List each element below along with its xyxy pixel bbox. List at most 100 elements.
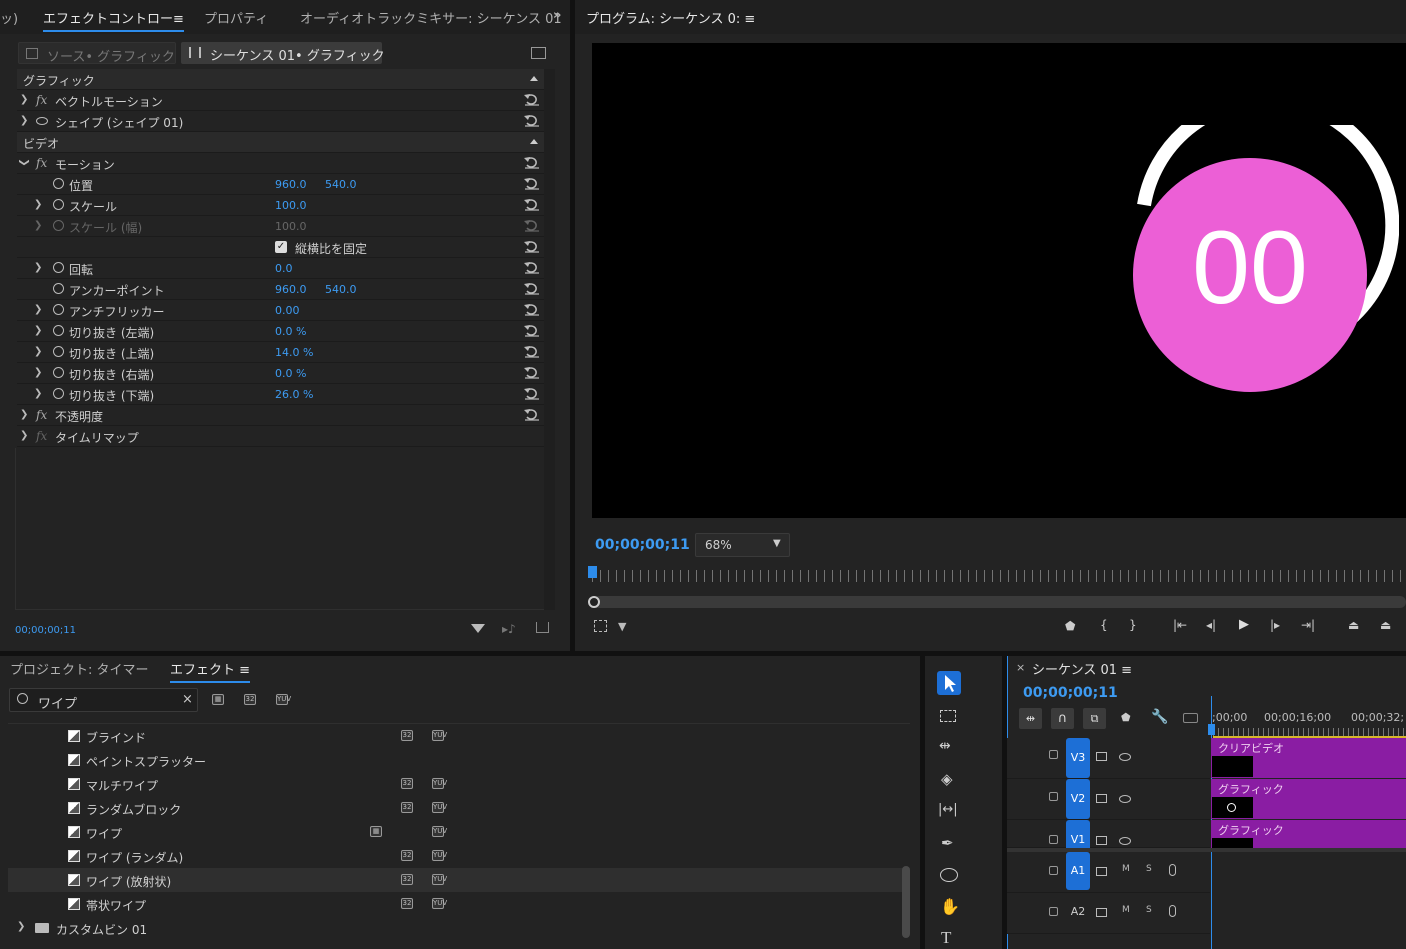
effects-scrollbar[interactable]	[902, 866, 910, 938]
eye-icon[interactable]	[1119, 753, 1131, 761]
stopwatch-icon[interactable]	[53, 283, 64, 294]
ellipse-tool-icon[interactable]	[940, 868, 958, 882]
clip-graphic-v2[interactable]: グラフィック	[1211, 779, 1406, 819]
captions-icon[interactable]	[1183, 713, 1198, 723]
mark-out-icon[interactable]: }	[1129, 618, 1137, 632]
tab-audio-track-mixer[interactable]: オーディオトラックミキサー: シーケンス 01	[300, 8, 562, 27]
safe-margins-icon[interactable]	[594, 620, 607, 632]
expand-chevron-icon[interactable]: ❯	[17, 921, 25, 932]
insert-sequence-icon[interactable]: ⇹	[1019, 708, 1042, 729]
clip-graphic-v1[interactable]: グラフィック	[1211, 820, 1406, 848]
list-item[interactable]: マルチワイプ 32 YUV	[8, 772, 910, 796]
slip-tool-icon[interactable]: |↔|	[938, 802, 958, 817]
crop-left-value[interactable]: 0.0 %	[275, 325, 306, 338]
close-icon[interactable]: ×	[1016, 661, 1025, 674]
position-x-value[interactable]: 960.0	[275, 178, 307, 191]
list-item[interactable]: ワイプ (ランダム) 32 YUV	[8, 844, 910, 868]
microphone-icon[interactable]	[1169, 864, 1176, 876]
list-item[interactable]: 帯状ワイプ 32 YUV	[8, 892, 910, 916]
mute-button[interactable]: M	[1122, 864, 1130, 874]
anchor-y-value[interactable]: 540.0	[325, 283, 357, 296]
lock-icon[interactable]	[1049, 750, 1058, 759]
tab-project[interactable]: プロジェクト: タイマー	[10, 659, 149, 678]
tab-sequence[interactable]: シーケンス 01 ≡	[1032, 659, 1132, 678]
go-to-in-icon[interactable]: |⇤	[1173, 618, 1187, 632]
effect-vector-motion[interactable]: ❯ fx ベクトルモーション	[17, 90, 544, 111]
reset-icon[interactable]	[524, 407, 540, 421]
microphone-icon[interactable]	[1169, 905, 1176, 917]
source-selector[interactable]: ソース• グラフィック	[18, 42, 176, 65]
clip-clear-video[interactable]: クリアビデオ	[1211, 738, 1406, 778]
timeline-timecode[interactable]: 00;00;00;11	[1023, 685, 1118, 701]
go-to-out-icon[interactable]: ⇥|	[1301, 618, 1315, 632]
tab-program[interactable]: プログラム: シーケンス 0: ≡	[586, 8, 755, 27]
solo-button[interactable]: S	[1146, 905, 1152, 915]
rotation-value[interactable]: 0.0	[275, 262, 293, 275]
toggle-sync-icon[interactable]	[1096, 752, 1107, 761]
expand-chevron-icon[interactable]: ❯	[20, 409, 28, 420]
32bit-effects-filter-icon[interactable]: 32	[244, 694, 256, 705]
stopwatch-icon[interactable]	[53, 346, 64, 357]
section-graphic[interactable]: グラフィック	[17, 69, 544, 90]
selection-tool-icon[interactable]	[937, 671, 961, 695]
settings-wrench-icon[interactable]: 🔧	[1151, 709, 1168, 725]
toggle-sync-icon[interactable]	[1096, 908, 1107, 917]
scrub-bar[interactable]	[592, 596, 1406, 608]
program-time-ruler[interactable]	[592, 570, 1406, 582]
reset-icon[interactable]	[524, 365, 540, 379]
section-video[interactable]: ビデオ	[17, 132, 544, 153]
export-icon[interactable]	[536, 622, 549, 633]
timeline-ruler-ticks[interactable]	[1213, 728, 1406, 736]
step-forward-icon[interactable]: |▸	[1270, 618, 1280, 632]
reset-icon[interactable]	[524, 302, 540, 316]
collapse-chevron-icon[interactable]: ❯	[19, 158, 30, 166]
tab-properties[interactable]: プロパティ	[204, 8, 268, 27]
tab-effects[interactable]: エフェクト ≡	[170, 659, 251, 683]
track-v2-header[interactable]: V2	[1007, 779, 1210, 820]
snap-icon[interactable]: ∩	[1051, 708, 1074, 729]
uniform-scale-checkbox[interactable]: ✓	[275, 241, 287, 253]
tab-effect-controls[interactable]: エフェクトコントロー≡	[43, 8, 184, 32]
crop-right-value[interactable]: 0.0 %	[275, 367, 306, 380]
property-crop-right[interactable]: ❯ 切り抜き (右端) 0.0 %	[17, 363, 544, 384]
property-position[interactable]: 位置 960.0 540.0	[17, 174, 544, 195]
eye-icon[interactable]	[1119, 837, 1131, 845]
property-crop-top[interactable]: ❯ 切り抜き (上端) 14.0 %	[17, 342, 544, 363]
track-a1-header[interactable]: A1 M S	[1007, 852, 1210, 893]
expand-chevron-icon[interactable]: ❯	[34, 388, 42, 399]
chevron-down-icon[interactable]: ▼	[618, 620, 626, 633]
list-item-selected[interactable]: ワイプ (放射状) 32 YUV	[8, 868, 910, 892]
track-v3-header[interactable]: V3	[1007, 738, 1210, 779]
fx-icon[interactable]: fx	[36, 156, 47, 170]
property-crop-bottom[interactable]: ❯ 切り抜き (下端) 26.0 %	[17, 384, 544, 405]
fx-icon[interactable]: fx	[36, 408, 47, 422]
accelerated-effects-filter-icon[interactable]: ▦	[212, 694, 224, 705]
list-item[interactable]: ブラインド 32 YUV	[8, 724, 910, 748]
extract-icon[interactable]: ⏏	[1380, 618, 1391, 632]
reset-icon[interactable]	[524, 92, 540, 106]
solo-button[interactable]: S	[1146, 864, 1152, 874]
list-item-bin[interactable]: ❯ カスタムビン 01	[8, 916, 910, 940]
property-rotation[interactable]: ❯ 回転 0.0	[17, 258, 544, 279]
scrub-handle[interactable]	[588, 596, 600, 608]
property-uniform-scale[interactable]: ✓ 縦横比を固定	[17, 237, 544, 258]
reset-icon[interactable]	[524, 176, 540, 190]
pen-tool-icon[interactable]: ✒	[941, 834, 954, 852]
effect-shape[interactable]: ❯ シェイプ (シェイプ 01)	[17, 111, 544, 132]
scale-value[interactable]: 100.0	[275, 199, 307, 212]
expand-chevron-icon[interactable]: ❯	[34, 199, 42, 210]
fx-icon[interactable]: fx	[36, 93, 47, 107]
lock-icon[interactable]	[1049, 792, 1058, 801]
razor-tool-icon[interactable]: ◈	[941, 770, 953, 788]
toggle-sync-icon[interactable]	[1096, 867, 1107, 876]
stopwatch-icon[interactable]	[53, 304, 64, 315]
track-target-a1[interactable]: A1	[1066, 852, 1090, 890]
lock-icon[interactable]	[1049, 835, 1058, 844]
property-scale[interactable]: ❯ スケール 100.0	[17, 195, 544, 216]
expand-chevron-icon[interactable]: ❯	[20, 94, 28, 105]
expand-chevron-icon[interactable]: ❯	[34, 325, 42, 336]
position-y-value[interactable]: 540.0	[325, 178, 357, 191]
toggle-sync-icon[interactable]	[1096, 794, 1107, 803]
hand-tool-icon[interactable]: ✋	[940, 897, 960, 916]
tab-timer-fragment[interactable]: ッ)	[0, 8, 18, 27]
